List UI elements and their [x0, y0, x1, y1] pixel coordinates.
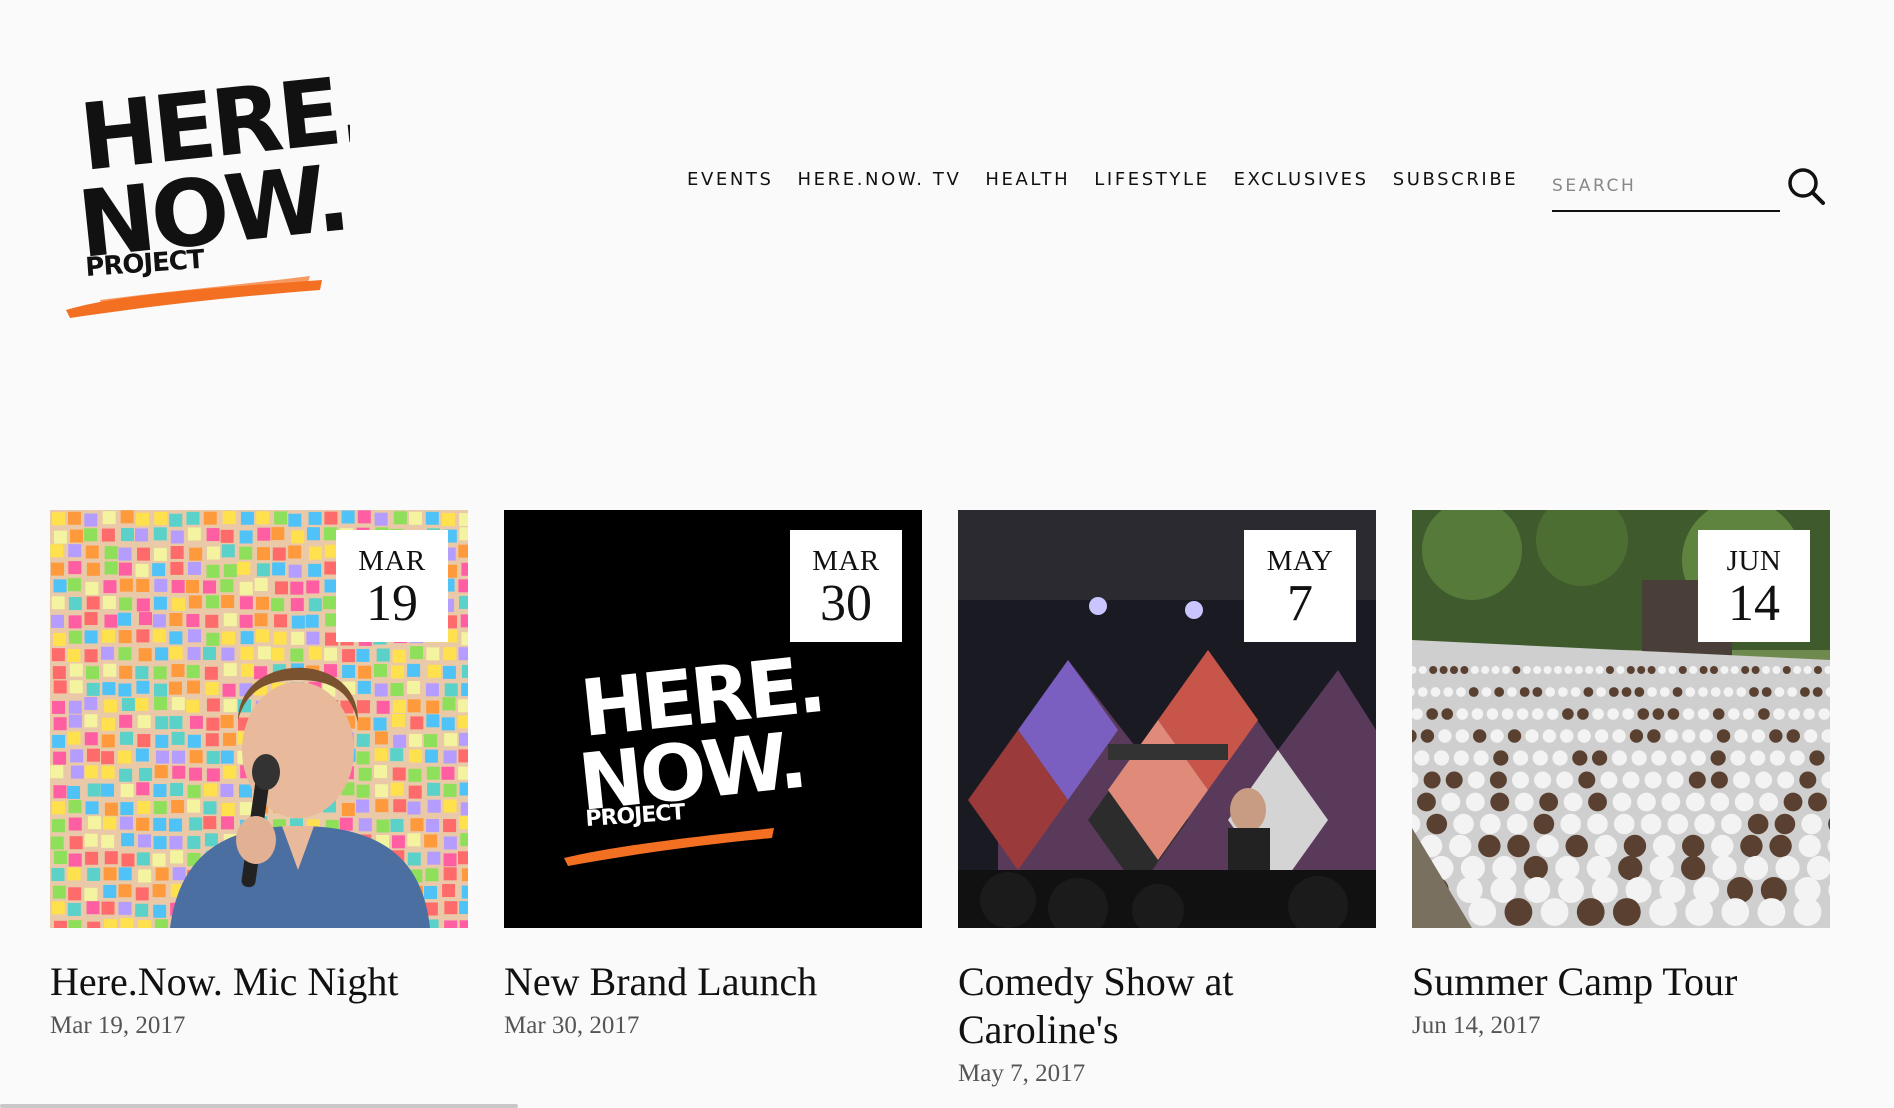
logo-brush-stroke: [66, 280, 322, 318]
event-title[interactable]: Comedy Show at Caroline's: [958, 958, 1376, 1054]
main-nav: EVENTS HERE.NOW. TV HEALTH LIFESTYLE EXC…: [687, 168, 1542, 192]
search-input[interactable]: [1552, 172, 1772, 200]
search-icon[interactable]: [1786, 166, 1826, 206]
nav-item-subscribe[interactable]: SUBSCRIBE: [1393, 168, 1519, 192]
date-badge: MAY 7: [1244, 530, 1356, 642]
nav-item-lifestyle[interactable]: LIFESTYLE: [1094, 168, 1209, 192]
date-badge: MAR 30: [790, 530, 902, 642]
nav-item-exclusives[interactable]: EXCLUSIVES: [1234, 168, 1369, 192]
event-date: Mar 19, 2017: [50, 1012, 186, 1039]
date-badge-day: 30: [820, 575, 872, 632]
nav-item-health[interactable]: HEALTH: [985, 168, 1070, 192]
search-box: [1552, 162, 1780, 212]
date-badge-month: MAR: [358, 545, 426, 577]
event-date: May 7, 2017: [958, 1060, 1086, 1087]
event-image-comedy-show[interactable]: MAY 7: [958, 510, 1376, 928]
event-image-summer-camp[interactable]: JUN 14: [1412, 510, 1830, 928]
nav-item-events[interactable]: EVENTS: [687, 168, 774, 192]
nav-item-here-now-tv[interactable]: HERE.NOW. TV: [798, 168, 962, 192]
event-image-brand-launch[interactable]: HERE. NOW. PROJECT MAR 30: [504, 510, 922, 928]
here-now-project-logo: HERE. NOW. PROJECT: [66, 62, 350, 318]
date-badge-month: MAY: [1266, 545, 1334, 577]
horizontal-scrollbar[interactable]: [0, 1104, 518, 1108]
event-title[interactable]: Summer Camp Tour: [1412, 958, 1830, 1006]
date-badge-day: 19: [366, 575, 418, 632]
event-card[interactable]: MAY 7 Comedy Show at Caroline's May 7, 2…: [958, 510, 1376, 1090]
date-badge-day: 14: [1728, 575, 1780, 632]
event-card[interactable]: HERE. NOW. PROJECT MAR 30 New Brand Laun…: [504, 510, 922, 1090]
event-title[interactable]: New Brand Launch: [504, 958, 922, 1006]
date-badge: JUN 14: [1698, 530, 1810, 642]
event-card[interactable]: JUN 14 Summer Camp Tour Jun 14, 2017: [1412, 510, 1830, 1090]
event-date: Mar 30, 2017: [504, 1012, 640, 1039]
event-title[interactable]: Here.Now. Mic Night: [50, 958, 468, 1006]
event-image-mic-night[interactable]: MAR 19: [50, 510, 468, 928]
events-grid: MAR 19 Here.Now. Mic Night Mar 19, 2017 …: [50, 510, 1830, 1090]
date-badge-month: MAR: [812, 545, 880, 577]
date-badge-month: JUN: [1726, 545, 1782, 577]
date-badge-day: 7: [1287, 575, 1313, 632]
event-date: Jun 14, 2017: [1412, 1012, 1541, 1039]
event-card[interactable]: MAR 19 Here.Now. Mic Night Mar 19, 2017: [50, 510, 468, 1090]
date-badge: MAR 19: [336, 530, 448, 642]
site-logo[interactable]: HERE. NOW. PROJECT: [60, 62, 350, 332]
